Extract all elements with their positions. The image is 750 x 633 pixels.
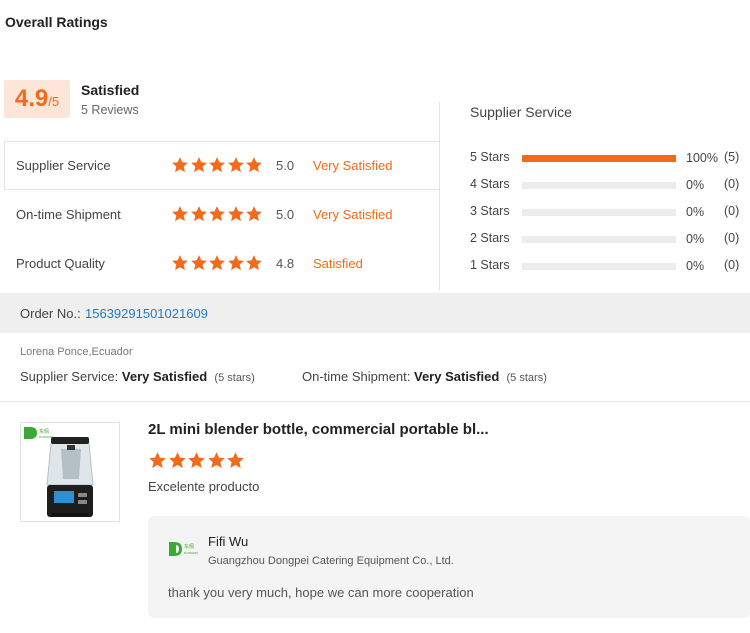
reply-author-name: Fifi Wu — [208, 534, 249, 549]
review-supplier-label: Supplier Service: — [20, 369, 119, 384]
distribution-title: Supplier Service — [470, 104, 572, 120]
rating-row-supplier-service[interactable]: Supplier Service 5.0 Very Satisfied — [16, 156, 436, 178]
rating-sentiment: Very Satisfied — [313, 158, 393, 173]
distribution-count: (5) — [724, 150, 740, 164]
rating-label: On-time Shipment — [16, 207, 121, 222]
star-icon — [208, 254, 226, 272]
distribution-row: 1 Stars 0% (0) — [470, 258, 750, 274]
star-icon — [187, 451, 206, 470]
rating-score: 4.8 — [276, 256, 295, 271]
distribution-bar — [522, 263, 676, 270]
distribution-row: 4 Stars 0% (0) — [470, 177, 750, 193]
order-number-link[interactable]: 15639291501021609 — [85, 306, 208, 321]
rating-row-on-time-shipment[interactable]: On-time Shipment 5.0 Very Satisfied — [16, 205, 436, 227]
star-icon — [227, 254, 245, 272]
star-icon — [245, 254, 263, 272]
rating-label: Product Quality — [16, 256, 105, 271]
star-icon — [208, 205, 226, 223]
star-icon — [171, 205, 189, 223]
reviewer-name: Lorena Ponce,Ecuador — [20, 346, 133, 358]
star-icon — [227, 156, 245, 174]
distribution-percent: 0% — [686, 205, 705, 219]
review-supplier-value: Very Satisfied — [121, 369, 208, 384]
distribution-bar — [522, 209, 676, 216]
review-shipment-stars: (5 stars) — [506, 372, 547, 384]
review-supplier-stars: (5 stars) — [214, 372, 255, 384]
rating-stars — [171, 254, 264, 272]
star-icon — [245, 205, 263, 223]
distribution-row: 3 Stars 0% (0) — [470, 204, 750, 220]
distribution-label: 5 Stars — [470, 150, 510, 164]
overall-score: 4.9 — [14, 85, 49, 112]
distribution-bar — [522, 182, 676, 189]
rating-score: 5.0 — [276, 207, 295, 222]
product-image[interactable]: 东佩 DONGPEI — [20, 422, 120, 522]
distribution-percent: 0% — [686, 232, 705, 246]
star-icon — [190, 205, 208, 223]
distribution-count: (0) — [724, 204, 740, 218]
distribution-bar — [522, 236, 676, 243]
rating-label: Supplier Service — [16, 158, 111, 173]
distribution-label: 2 Stars — [470, 231, 510, 245]
star-icon — [168, 451, 187, 470]
rating-stars — [171, 205, 264, 223]
star-icon — [245, 156, 263, 174]
distribution-row: 2 Stars 0% (0) — [470, 231, 750, 247]
page-title: Overall Ratings — [5, 14, 108, 30]
rating-row-product-quality[interactable]: Product Quality 4.8 Satisfied — [16, 254, 436, 276]
rating-score: 5.0 — [276, 158, 295, 173]
rating-sentiment: Very Satisfied — [313, 207, 393, 222]
star-icon — [226, 451, 245, 470]
supplier-reply: 东佩 DONGPEI Fifi Wu Guangzhou Dongpei Cat… — [148, 516, 750, 618]
section-divider — [0, 401, 750, 402]
rating-stars — [171, 156, 264, 174]
review-count: 5 Reviews — [81, 103, 139, 117]
svg-text:DONGPEI: DONGPEI — [184, 551, 198, 555]
star-icon — [208, 156, 226, 174]
blender-product-image: 东佩 DONGPEI — [24, 427, 94, 517]
star-icon — [190, 156, 208, 174]
order-label: Order No.: — [20, 306, 81, 321]
star-icon — [171, 156, 189, 174]
star-icon — [207, 451, 226, 470]
distribution-percent: 0% — [686, 178, 705, 192]
distribution-bar — [522, 155, 676, 162]
review-shipment-value: Very Satisfied — [414, 369, 500, 384]
distribution-bar-fill — [522, 155, 676, 162]
product-title[interactable]: 2L mini blender bottle, commercial porta… — [148, 421, 489, 438]
distribution-label: 4 Stars — [470, 177, 510, 191]
star-icon — [171, 254, 189, 272]
overall-score-badge: 4.9/5 — [4, 80, 70, 118]
svg-text:东佩: 东佩 — [39, 428, 49, 435]
distribution-percent: 0% — [686, 259, 705, 273]
star-icon — [148, 451, 167, 470]
product-rating-stars — [148, 451, 246, 470]
svg-text:东佩: 东佩 — [184, 543, 194, 550]
distribution-count: (0) — [724, 258, 740, 272]
star-icon — [227, 205, 245, 223]
distribution-count: (0) — [724, 231, 740, 245]
company-logo-icon: 东佩 DONGPEI — [169, 542, 198, 556]
distribution-row: 5 Stars 100% (5) — [470, 150, 750, 166]
review-supplier-service: Supplier Service: Very Satisfied (5 star… — [20, 369, 255, 384]
overall-sentiment: Satisfied — [81, 82, 140, 98]
review-shipment-label: On-time Shipment: — [302, 369, 411, 384]
order-bar: Order No.: 15639291501021609 — [0, 293, 750, 333]
distribution-percent: 100% — [686, 151, 718, 165]
star-icon — [190, 254, 208, 272]
distribution-label: 1 Stars — [470, 258, 510, 272]
review-on-time-shipment: On-time Shipment: Very Satisfied (5 star… — [302, 369, 547, 384]
distribution-label: 3 Stars — [470, 204, 510, 218]
svg-text:DONGPEI: DONGPEI — [39, 435, 53, 439]
reply-text: thank you very much, hope we can more co… — [168, 585, 474, 600]
reply-company-name: Guangzhou Dongpei Catering Equipment Co.… — [208, 555, 454, 567]
panel-divider — [439, 102, 440, 291]
distribution-count: (0) — [724, 177, 740, 191]
review-comment: Excelente producto — [148, 479, 260, 494]
rating-sentiment: Satisfied — [313, 256, 363, 271]
overall-score-suffix: /5 — [48, 94, 60, 109]
